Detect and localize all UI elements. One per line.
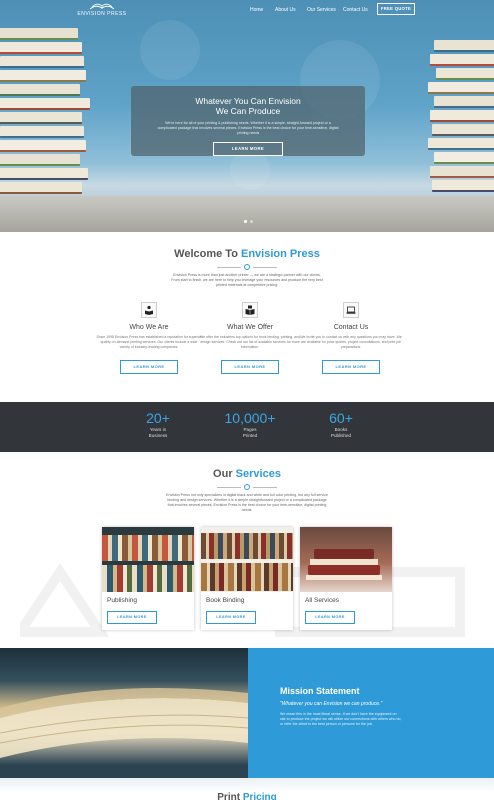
pricing-title-accent: Pricing — [242, 792, 277, 800]
feature-title: What We Offer — [226, 324, 274, 331]
stat-label-line2: Published — [330, 432, 352, 438]
card-title: Publishing — [107, 597, 137, 604]
services-title-accent: Services — [235, 468, 281, 480]
nav-contact-us[interactable]: Contact Us — [343, 7, 368, 13]
welcome-title-plain: Welcome To — [174, 248, 238, 260]
nav-our-services[interactable]: Our Services — [307, 7, 336, 13]
slider-dots — [244, 220, 253, 223]
mission-quote: "Whatever you can Envision we can produc… — [280, 701, 383, 707]
feature-title: Contact Us — [333, 324, 369, 331]
laptop-icon — [343, 302, 359, 318]
mission-title: Mission Statement — [280, 686, 360, 696]
open-book-pages-image — [0, 648, 248, 778]
bokeh-light — [140, 20, 200, 80]
stat-label: Pages Printed — [210, 427, 290, 438]
hero-title: Whatever You Can Envision We Can Produce — [131, 96, 365, 116]
welcome-title: Welcome To Envision Press — [0, 248, 494, 260]
book-binding-learn-more-button[interactable]: LEARN MORE — [206, 611, 256, 624]
open-book-icon — [242, 302, 258, 318]
all-services-learn-more-button[interactable]: LEARN MORE — [305, 611, 355, 624]
bookshelf-image — [102, 527, 194, 592]
stat-pages: 10,000+ Pages Printed — [210, 410, 290, 438]
top-navbar: ENVISION PRESS Home About Us Our Service… — [0, 0, 494, 22]
nav-about-us[interactable]: About Us — [275, 7, 296, 13]
services-intro: Envision Press not only specializes in d… — [166, 493, 328, 512]
hero-text: We're here for all of your printing & pu… — [157, 121, 339, 135]
hero-learn-more-button[interactable]: LEARN MORE — [213, 142, 283, 156]
card-title: All Services — [305, 597, 339, 604]
open-book-logo-icon — [89, 3, 115, 10]
service-card-all-services: All Services LEARN MORE — [300, 527, 392, 630]
brand-logo[interactable]: ENVISION PRESS — [76, 2, 128, 17]
free-quote-button[interactable]: FREE QUOTE — [377, 3, 415, 15]
bokeh-light — [230, 150, 270, 190]
pricing-section: Print Pricing — [0, 778, 494, 800]
feature-title: Who We Are — [129, 324, 169, 331]
stat-number: 60+ — [329, 410, 353, 426]
nav-home[interactable]: Home — [250, 7, 263, 13]
stacked-books-image — [300, 527, 392, 592]
reader-icon — [141, 302, 157, 318]
stat-number: 20+ — [146, 410, 170, 426]
who-we-are-learn-more-button[interactable]: LEARN MORE — [120, 360, 178, 374]
welcome-section: Welcome To Envision Press Envision Press… — [0, 232, 494, 402]
feature-contact-us: Contact Us We invite you to contact us w… — [296, 302, 406, 349]
slider-dot[interactable] — [250, 220, 253, 223]
slider-dot[interactable] — [244, 220, 247, 223]
hero-title-line2: We Can Produce — [215, 106, 281, 116]
feature-text: We offer the industries top options for … — [199, 335, 301, 349]
contact-us-learn-more-button[interactable]: LEARN MORE — [322, 360, 380, 374]
pricing-strip — [0, 778, 494, 792]
publishing-learn-more-button[interactable]: LEARN MORE — [107, 611, 157, 624]
card-title: Book Binding — [206, 597, 245, 604]
stat-years: 20+ Years in Business — [118, 410, 198, 438]
service-card-publishing: Publishing LEARN MORE — [102, 527, 194, 630]
stat-label-line2: Printed — [242, 432, 258, 438]
brand-name: ENVISION PRESS — [77, 11, 127, 17]
welcome-title-accent: Envision Press — [240, 248, 320, 260]
feature-what-we-offer: What We Offer We offer the industries to… — [195, 302, 305, 349]
service-card-book-binding: Book Binding LEARN MORE — [201, 527, 293, 630]
stat-label-line2: Business — [148, 432, 168, 438]
left-book-stack — [0, 28, 94, 200]
mission-text: We mean this in the most literal sense. … — [280, 712, 402, 726]
stat-label: Books Published — [301, 427, 381, 438]
mission-panel: Mission Statement "Whatever you can Envi… — [248, 648, 494, 778]
hero-title-line1: Whatever You Can Envision — [195, 96, 301, 106]
welcome-intro: Envision Press is more than just another… — [171, 273, 323, 287]
services-section: Our Services Envision Press not only spe… — [0, 452, 494, 648]
hero-banner: ENVISION PRESS Home About Us Our Service… — [0, 0, 494, 232]
feature-text: We invite you to contact us with any que… — [300, 335, 402, 349]
library-shelf-image — [201, 527, 293, 592]
title-divider — [217, 264, 277, 270]
stat-number: 10,000+ — [224, 410, 276, 426]
feature-who-we-are: Who We Are Since 1998 Envision Press has… — [94, 302, 204, 349]
stats-bar: 20+ Years in Business 10,000+ Pages Prin… — [0, 402, 494, 452]
title-divider — [217, 484, 277, 490]
right-book-stack — [428, 40, 494, 200]
stat-books: 60+ Books Published — [301, 410, 381, 438]
services-title: Our Services — [0, 468, 494, 480]
stat-label: Years in Business — [118, 427, 198, 438]
pricing-title: Print Pricing — [0, 792, 494, 800]
feature-text: Since 1998 Envision Press has establishe… — [96, 335, 202, 349]
services-title-plain: Our — [213, 468, 233, 480]
wooden-shelf — [0, 196, 494, 232]
pricing-title-plain: Print — [217, 792, 241, 800]
mission-section: Mission Statement "Whatever you can Envi… — [0, 648, 494, 778]
what-we-offer-learn-more-button[interactable]: LEARN MORE — [221, 360, 279, 374]
hero-caption-box: Whatever You Can Envision We Can Produce… — [131, 86, 365, 156]
